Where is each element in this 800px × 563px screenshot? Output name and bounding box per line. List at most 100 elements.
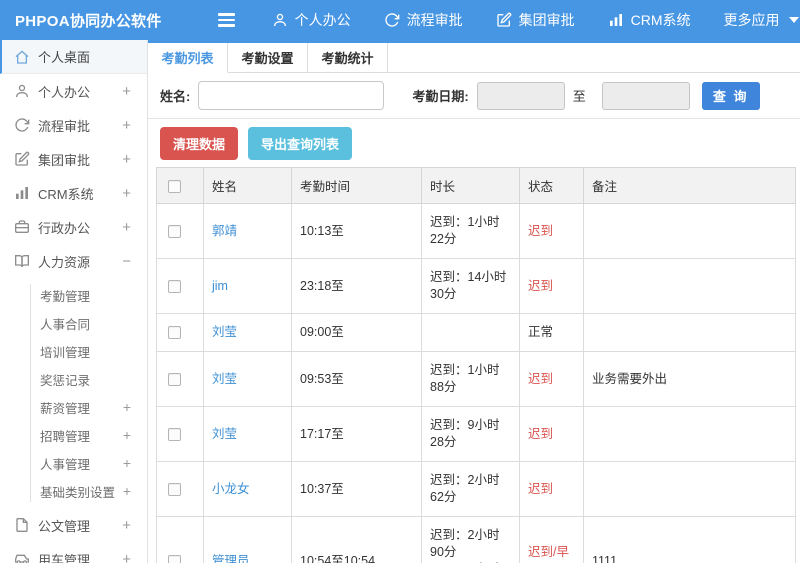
duration-cell: 迟到：1小时88分 bbox=[421, 351, 520, 407]
row-checkbox[interactable] bbox=[168, 224, 181, 238]
sidebar-subitem-label: 考勤管理 bbox=[40, 289, 91, 304]
attendance-date-label: 考勤日期: bbox=[412, 89, 469, 104]
sidebar-subitem-salary-mgmt[interactable]: 薪资管理 + bbox=[0, 393, 147, 421]
sidebar-subitem-personnel-mgmt[interactable]: 人事管理 + bbox=[0, 449, 147, 477]
sidebar-item-personal-desktop[interactable]: 个人桌面 bbox=[0, 40, 147, 74]
sidebar-item-document-mgmt[interactable]: 公文管理 + bbox=[0, 508, 147, 542]
sidebar-item-admin-office[interactable]: 行政办公 + bbox=[0, 210, 147, 244]
expand-icon[interactable]: + bbox=[122, 551, 131, 563]
name-link[interactable]: 刘莹 bbox=[212, 372, 237, 386]
sidebar-subitem-hr-contract[interactable]: 人事合同 bbox=[0, 309, 147, 337]
user-icon bbox=[272, 12, 288, 28]
table-header-row: 姓名 考勤时间 时长 状态 备注 bbox=[156, 167, 796, 204]
expand-icon[interactable]: + bbox=[123, 455, 131, 471]
sidebar-item-vehicle-mgmt[interactable]: 用车管理 + bbox=[0, 542, 147, 563]
duration-cell: 迟到：14小时30分 bbox=[421, 258, 520, 314]
row-checkbox[interactable] bbox=[168, 427, 181, 441]
tab-attendance-settings[interactable]: 考勤设置 bbox=[228, 43, 308, 72]
date-end-input[interactable] bbox=[601, 81, 690, 110]
filterbar: 姓名: 考勤日期: 至 查 询 bbox=[148, 73, 800, 119]
sidebar-subitem-recruit-mgmt[interactable]: 招聘管理 + bbox=[0, 421, 147, 449]
sidebar-item-human-resources[interactable]: 人力资源 − bbox=[0, 244, 147, 278]
status-badge: 迟到 bbox=[519, 461, 584, 517]
sidebar-subitem-reward-punishment[interactable]: 奖惩记录 bbox=[0, 365, 147, 393]
user-icon bbox=[14, 83, 30, 99]
sidebar-item-label: 集团审批 bbox=[38, 152, 91, 168]
expand-icon[interactable]: + bbox=[122, 83, 131, 100]
hr-submenu: 考勤管理 人事合同 培训管理 奖惩记录 薪资管理 + 招聘管理 + 人事管理 +… bbox=[0, 278, 147, 508]
tab-label: 考勤统计 bbox=[321, 51, 374, 66]
sidebar-subitem-label: 薪资管理 bbox=[40, 401, 91, 416]
note-cell: 业务需要外出 bbox=[583, 351, 796, 407]
expand-icon[interactable]: + bbox=[123, 427, 131, 443]
name-link[interactable]: 刘莹 bbox=[212, 325, 237, 339]
sidebar-subitem-label: 人事合同 bbox=[40, 317, 91, 332]
select-all-checkbox[interactable] bbox=[168, 179, 181, 193]
export-query-list-button[interactable]: 导出查询列表 bbox=[248, 127, 353, 160]
collapse-icon[interactable]: − bbox=[122, 253, 131, 270]
name-link[interactable]: jim bbox=[212, 279, 228, 293]
row-checkbox[interactable] bbox=[168, 279, 181, 293]
hamburger-icon[interactable] bbox=[214, 9, 239, 31]
table-row: jim 23:18至 迟到：14小时30分 迟到 bbox=[156, 258, 796, 314]
name-link[interactable]: 小龙女 bbox=[212, 482, 250, 496]
sidebar-item-label: 用车管理 bbox=[38, 552, 91, 563]
name-link[interactable]: 郭靖 bbox=[212, 224, 237, 238]
name-label: 姓名: bbox=[160, 89, 191, 104]
nav-item-workflow-approval[interactable]: 流程审批 bbox=[384, 10, 463, 30]
name-link[interactable]: 管理员 bbox=[212, 554, 250, 563]
expand-icon[interactable]: + bbox=[122, 151, 131, 168]
sidebar-item-label: 公文管理 bbox=[38, 518, 91, 534]
sidebar-item-crm[interactable]: CRM系统 + bbox=[0, 176, 147, 210]
tab-attendance-stats[interactable]: 考勤统计 bbox=[308, 43, 388, 72]
status-badge: 迟到 bbox=[519, 258, 584, 314]
nav-label: 集团审批 bbox=[518, 12, 575, 28]
clear-data-button[interactable]: 清理数据 bbox=[160, 127, 239, 160]
main-content: 考勤列表 考勤设置 考勤统计 姓名: 考勤日期: 至 查 询 清理数据 导出查询… bbox=[148, 40, 800, 563]
status-badge: 正常 bbox=[519, 313, 584, 352]
header-note: 备注 bbox=[583, 167, 796, 204]
workflow-icon bbox=[384, 12, 400, 28]
sidebar-subitem-label: 培训管理 bbox=[40, 345, 91, 360]
home-icon bbox=[14, 49, 30, 65]
expand-icon[interactable]: + bbox=[122, 517, 131, 534]
expand-icon[interactable]: + bbox=[123, 399, 131, 415]
sidebar-item-label: 行政办公 bbox=[38, 220, 91, 236]
row-checkbox[interactable] bbox=[168, 326, 181, 340]
nav-item-personal-office[interactable]: 个人办公 bbox=[272, 10, 351, 30]
nav-item-crm[interactable]: CRM系统 bbox=[608, 10, 691, 30]
note-cell bbox=[583, 406, 796, 462]
nav-item-more-apps[interactable]: 更多应用 bbox=[724, 10, 799, 30]
time-cell: 09:53至 bbox=[291, 351, 422, 407]
sidebar-item-workflow-approval[interactable]: 流程审批 + bbox=[0, 108, 147, 142]
sidebar-subitem-label: 人事管理 bbox=[40, 457, 91, 472]
topnav: 个人办公 流程审批 集团审批 CRM系统 更多应用 bbox=[272, 10, 799, 30]
duration-cell bbox=[421, 313, 520, 352]
caret-down-icon bbox=[788, 17, 799, 23]
name-link[interactable]: 刘莹 bbox=[212, 427, 237, 441]
row-checkbox[interactable] bbox=[168, 554, 181, 563]
expand-icon[interactable]: + bbox=[122, 185, 131, 202]
nav-item-group-approval[interactable]: 集团审批 bbox=[496, 10, 575, 30]
sidebar-subitem-base-category-settings[interactable]: 基础类别设置 + bbox=[0, 477, 147, 505]
date-start-input[interactable] bbox=[476, 81, 565, 110]
expand-icon[interactable]: + bbox=[122, 117, 131, 134]
table-row: 刘莹 09:53至 迟到：1小时88分 迟到 业务需要外出 bbox=[156, 351, 796, 407]
sidebar-item-personal-office[interactable]: 个人办公 + bbox=[0, 74, 147, 108]
row-checkbox[interactable] bbox=[168, 372, 181, 386]
table-row: 郭靖 10:13至 迟到：1小时22分 迟到 bbox=[156, 203, 796, 259]
note-cell bbox=[583, 258, 796, 314]
search-button[interactable]: 查 询 bbox=[701, 81, 760, 110]
name-input[interactable] bbox=[198, 81, 385, 110]
row-checkbox[interactable] bbox=[168, 482, 181, 496]
expand-icon[interactable]: + bbox=[122, 219, 131, 236]
tab-attendance-list[interactable]: 考勤列表 bbox=[148, 43, 228, 73]
sidebar-item-label: 个人办公 bbox=[38, 84, 91, 100]
expand-icon[interactable]: + bbox=[123, 483, 131, 499]
tab-label: 考勤设置 bbox=[241, 51, 294, 66]
sidebar-subitem-training-mgmt[interactable]: 培训管理 bbox=[0, 337, 147, 365]
sidebar-item-group-approval[interactable]: 集团审批 + bbox=[0, 142, 147, 176]
sidebar-subitem-attendance-mgmt[interactable]: 考勤管理 bbox=[0, 281, 147, 309]
note-cell bbox=[583, 461, 796, 517]
nav-label: 个人办公 bbox=[294, 12, 351, 28]
